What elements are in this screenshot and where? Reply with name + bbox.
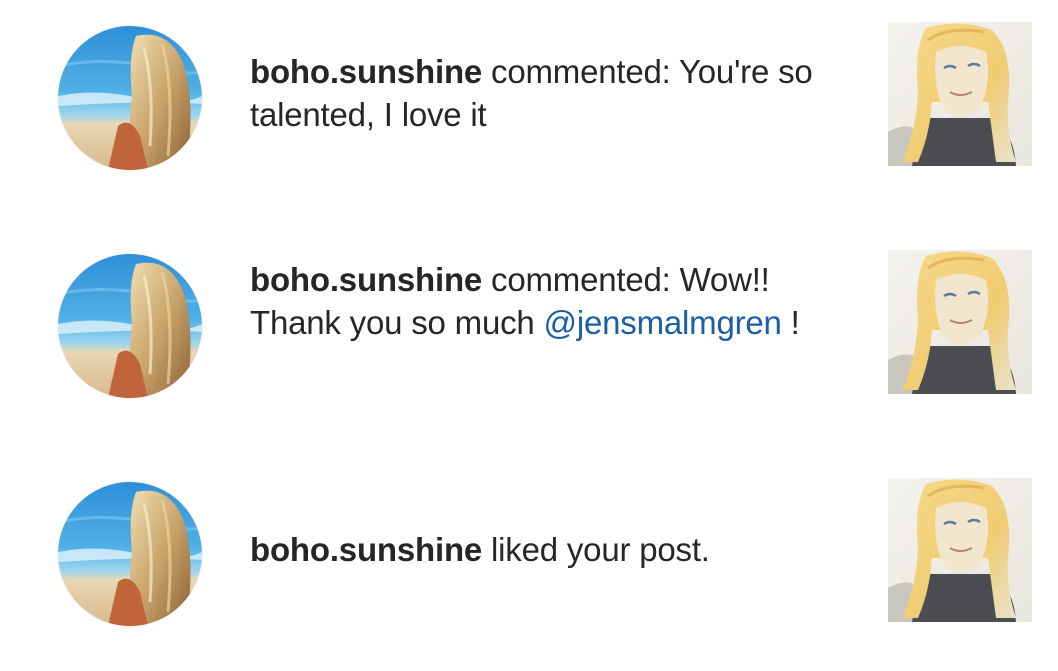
notification-row[interactable]: boho.sunshine liked your post.	[0, 478, 1058, 628]
notification-suffix: !	[781, 304, 800, 341]
username-link[interactable]: boho.sunshine	[250, 531, 482, 568]
portrait-painting-icon	[888, 22, 1032, 166]
avatar[interactable]	[58, 26, 202, 170]
post-thumbnail[interactable]	[888, 250, 1032, 394]
portrait-painting-icon	[888, 478, 1032, 622]
avatar[interactable]	[58, 482, 202, 626]
notification-row[interactable]: boho.sunshine commented: Wow!! Thank you…	[0, 250, 1058, 400]
notification-action: liked your post.	[482, 531, 710, 568]
post-thumbnail[interactable]	[888, 22, 1032, 166]
activity-feed: boho.sunshine commented: You're so talen…	[0, 0, 1058, 671]
beach-profile-photo-icon	[58, 254, 202, 398]
notification-text: boho.sunshine commented: Wow!! Thank you…	[250, 258, 840, 344]
notification-row[interactable]: boho.sunshine commented: You're so talen…	[0, 22, 1058, 172]
notification-text: boho.sunshine liked your post.	[250, 528, 840, 571]
mention-link[interactable]: @jensmalmgren	[544, 304, 782, 341]
username-link[interactable]: boho.sunshine	[250, 261, 482, 298]
username-link[interactable]: boho.sunshine	[250, 53, 482, 90]
portrait-painting-icon	[888, 250, 1032, 394]
notification-text: boho.sunshine commented: You're so talen…	[250, 50, 840, 136]
post-thumbnail[interactable]	[888, 478, 1032, 622]
avatar[interactable]	[58, 254, 202, 398]
beach-profile-photo-icon	[58, 482, 202, 626]
beach-profile-photo-icon	[58, 26, 202, 170]
